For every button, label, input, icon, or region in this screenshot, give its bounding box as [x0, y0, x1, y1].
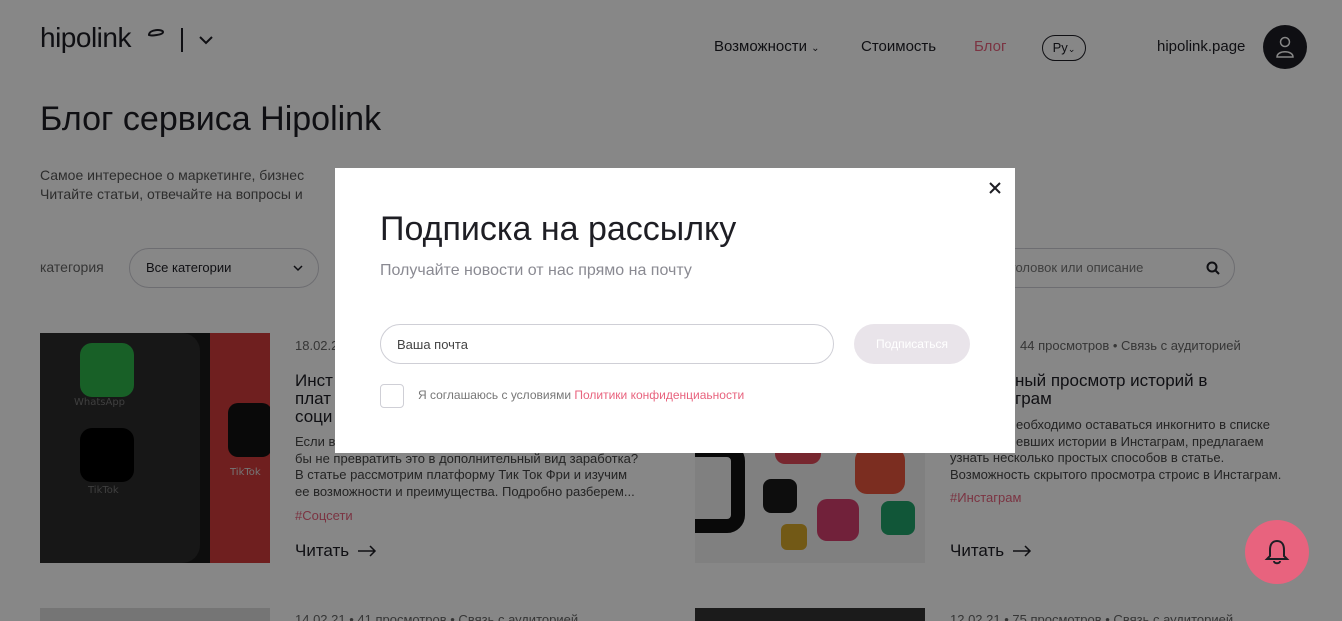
notifications-button[interactable] [1245, 520, 1309, 584]
subscribe-modal: Подписка на рассылку Получайте новости о… [335, 168, 1015, 453]
bell-icon [1264, 539, 1290, 565]
agree-checkbox[interactable] [380, 384, 404, 408]
email-field[interactable] [380, 324, 834, 364]
modal-subtitle: Получайте новости от нас прямо на почту [380, 262, 692, 279]
privacy-policy-link[interactable]: Политики конфиденциаьности [574, 388, 744, 402]
subscribe-button[interactable]: Подписаться [854, 324, 970, 364]
close-icon[interactable] [987, 180, 1003, 196]
agree-label: Я соглашаюсь с условиями Политики конфид… [418, 388, 745, 402]
modal-title: Подписка на рассылку [380, 210, 737, 248]
